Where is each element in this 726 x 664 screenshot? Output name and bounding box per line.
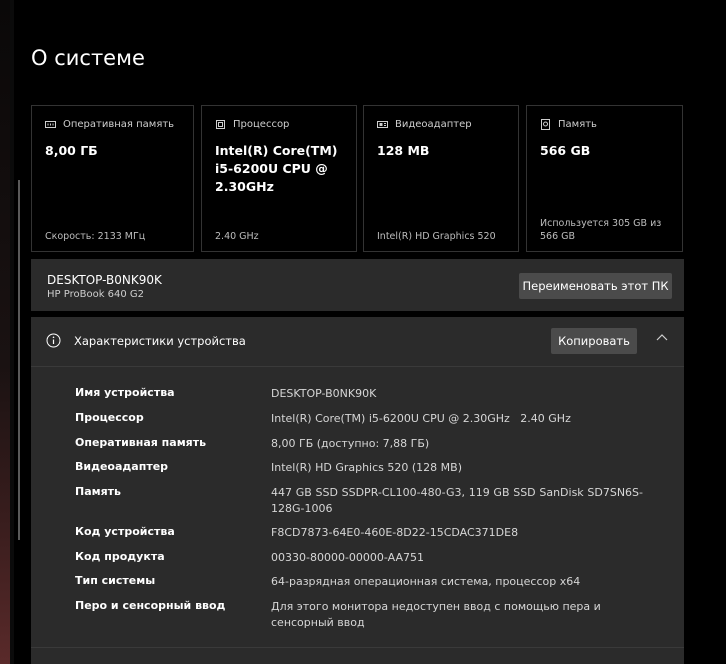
specs-header[interactable]: Характеристики устройства Копировать [31, 317, 684, 365]
card-footer: Используется 305 GB из 566 GB [540, 218, 662, 242]
spec-value: F8CD7873-64E0-460E-8D22-15CDAC371DE8 [271, 526, 519, 539]
spec-value: Intel(R) Core(TM) i5-6200U CPU @ 2.30GHz… [271, 412, 571, 425]
spec-key: Память [75, 485, 122, 498]
card-label: Память [558, 119, 597, 130]
chevron-up-icon[interactable] [655, 333, 669, 343]
spec-key: Тип системы [75, 574, 156, 587]
card-value: Intel(R) Core(TM) i5-6200U CPU @ 2.30GHz [215, 143, 338, 194]
device-model: HP ProBook 640 G2 [47, 289, 145, 300]
spec-value: 00330-80000-00000-AA751 [271, 551, 424, 564]
rename-pc-button[interactable]: Переименовать этот ПК [519, 273, 672, 299]
spec-value: 447 GB SSD SSDPR-CL100-480-G3, 119 GB SS… [271, 486, 643, 515]
page-title: О системе [31, 46, 145, 70]
processor-icon [216, 120, 225, 129]
divider [31, 647, 684, 648]
spec-key: Код устройства [75, 525, 175, 538]
card-value: 566 GB [540, 143, 591, 158]
spec-value: DESKTOP-B0NK90K [271, 387, 377, 400]
storage-icon [541, 119, 550, 130]
info-icon [46, 333, 61, 348]
spec-value: Intel(R) HD Graphics 520 (128 MB) [271, 461, 462, 474]
memory-icon [45, 121, 56, 128]
card-memory: Оперативная память 8,00 ГБ Скорость: 213… [31, 105, 194, 252]
spec-key: Видеоадаптер [75, 460, 169, 473]
scrollbar-thumb[interactable] [18, 180, 20, 540]
card-footer: Скорость: 2133 МГц [45, 231, 146, 242]
card-processor: Процессор Intel(R) Core(TM) i5-6200U CPU… [201, 105, 357, 252]
specs-body: Имя устройства DESKTOP-B0NK90K Процессор… [31, 366, 684, 639]
spec-key: Оперативная память [75, 436, 207, 449]
spec-key: Перо и сенсорный ввод [75, 599, 226, 612]
card-display-adapter: Видеоадаптер 128 MB Intel(R) HD Graphics… [363, 105, 519, 252]
card-label: Видеоадаптер [395, 119, 472, 130]
spec-key: Имя устройства [75, 386, 175, 399]
card-label: Оперативная память [63, 119, 175, 130]
display-adapter-icon [377, 121, 388, 128]
spec-key: Процессор [75, 411, 144, 424]
spec-key: Код продукта [75, 550, 165, 563]
card-label: Процессор [233, 119, 290, 130]
device-bar: DESKTOP-B0NK90K HP ProBook 640 G2 Переим… [31, 259, 684, 311]
card-value: 128 MB [377, 143, 430, 158]
spec-value: 64-разрядная операционная система, проце… [271, 575, 581, 588]
card-value: 8,00 ГБ [45, 143, 98, 158]
device-name: DESKTOP-B0NK90K [47, 273, 162, 287]
copy-button[interactable]: Копировать [551, 328, 637, 354]
device-specifications-panel: Характеристики устройства Копировать Имя… [31, 317, 684, 664]
spec-value: Для этого монитора недоступен ввод с пом… [271, 600, 601, 629]
card-storage: Память 566 GB Используется 305 GB из 566… [526, 105, 683, 252]
card-footer: 2.40 GHz [215, 231, 259, 242]
card-footer: Intel(R) HD Graphics 520 [377, 231, 496, 242]
specs-title: Характеристики устройства [74, 334, 246, 348]
spec-value: 8,00 ГБ (доступно: 7,88 ГБ) [271, 437, 430, 450]
scrollbar[interactable] [10, 0, 20, 664]
desktop-edge [0, 0, 10, 664]
